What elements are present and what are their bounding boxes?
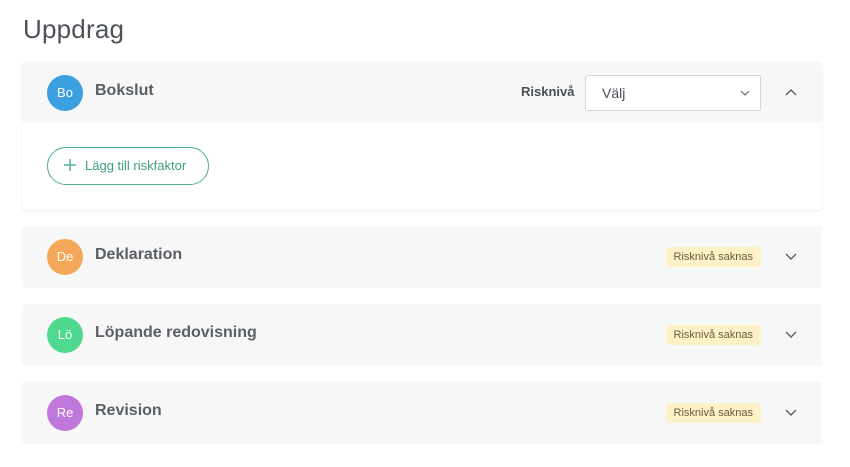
risk-level-missing-badge: Risknivå saknas: [665, 325, 761, 345]
avatar: Bo: [47, 75, 83, 111]
card-header[interactable]: Bo Bokslut Risknivå Välj: [22, 62, 822, 124]
card-title: Revision: [95, 402, 162, 419]
assignment-card-revision[interactable]: Re Revision Risknivå saknas: [22, 382, 822, 444]
chevron-down-icon[interactable]: [784, 249, 798, 263]
add-risk-factor-button[interactable]: Lägg till riskfaktor: [47, 147, 209, 185]
assignment-card-deklaration[interactable]: De Deklaration Risknivå saknas: [22, 226, 822, 288]
risk-level-label: Risknivå: [521, 84, 575, 99]
risk-level-select-value: Välj: [602, 85, 626, 101]
avatar: De: [47, 239, 83, 275]
card-title: Löpande redovisning: [95, 324, 257, 341]
avatar: Re: [47, 395, 83, 431]
card-body: Lägg till riskfaktor: [22, 122, 822, 210]
card-title: Bokslut: [95, 82, 154, 99]
plus-icon: [64, 159, 76, 171]
assignment-card-lopande-redovisning[interactable]: Lö Löpande redovisning Risknivå saknas: [22, 304, 822, 366]
chevron-down-icon[interactable]: [784, 327, 798, 341]
risk-level-missing-badge: Risknivå saknas: [665, 247, 761, 267]
chevron-up-icon[interactable]: [784, 85, 798, 99]
page-title: Uppdrag: [23, 14, 125, 44]
card-title: Deklaration: [95, 246, 183, 263]
risk-level-select[interactable]: Välj: [585, 75, 761, 111]
risk-level-missing-badge: Risknivå saknas: [665, 403, 761, 423]
assignment-card-bokslut: Bo Bokslut Risknivå Välj Lägg till riskf…: [22, 62, 822, 210]
avatar: Lö: [47, 317, 83, 353]
chevron-down-icon: [740, 90, 750, 96]
chevron-down-icon[interactable]: [784, 405, 798, 419]
add-risk-factor-label: Lägg till riskfaktor: [85, 158, 187, 173]
